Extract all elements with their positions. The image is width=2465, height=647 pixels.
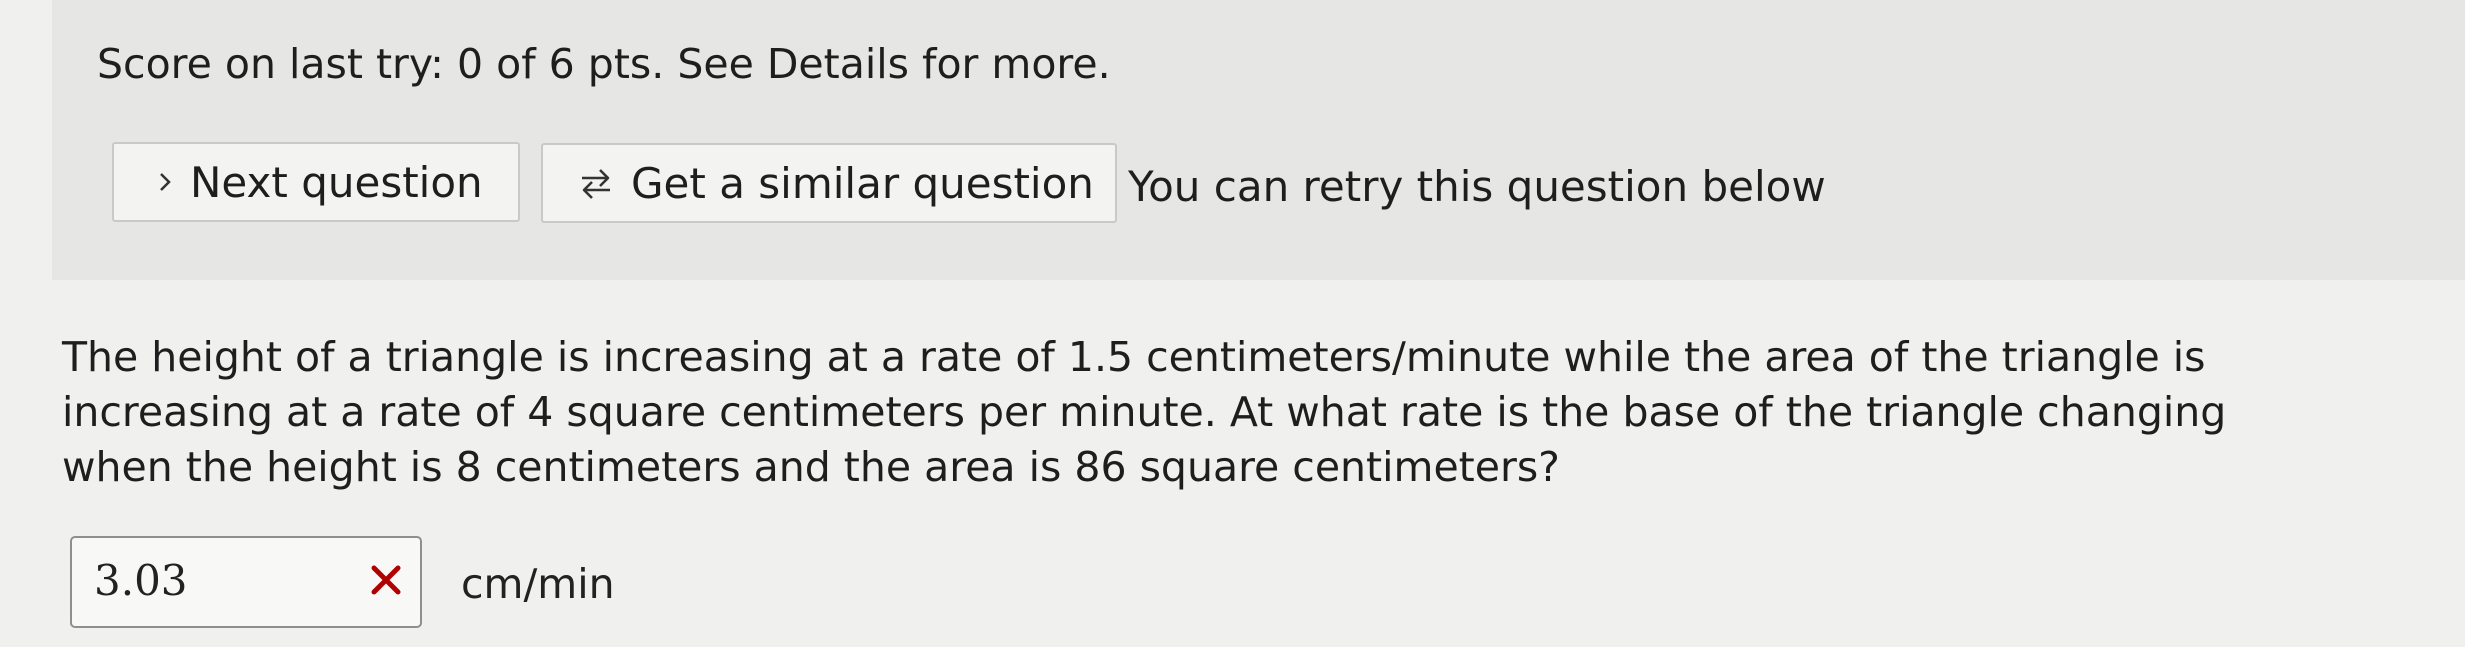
similar-question-button[interactable]: Get a similar question xyxy=(541,143,1117,223)
question-text: The height of a triangle is increasing a… xyxy=(62,330,2242,495)
question-body: The height of a triangle is increasing a… xyxy=(62,333,2227,491)
retry-message: You can retry this question below xyxy=(1128,162,1826,211)
answer-value: 3.03 xyxy=(94,556,188,605)
chevron-right-icon xyxy=(158,171,172,193)
next-question-button[interactable]: Next question xyxy=(112,142,520,222)
similar-question-label: Get a similar question xyxy=(631,158,1094,208)
score-summary: Score on last try: 0 of 6 pts. See Detai… xyxy=(97,40,1111,88)
swap-arrows-icon xyxy=(579,165,613,201)
next-question-label: Next question xyxy=(190,157,483,207)
wrong-answer-x-icon xyxy=(366,560,406,600)
answer-unit: cm/min xyxy=(461,560,615,608)
answer-input[interactable]: 3.03 xyxy=(70,536,422,628)
